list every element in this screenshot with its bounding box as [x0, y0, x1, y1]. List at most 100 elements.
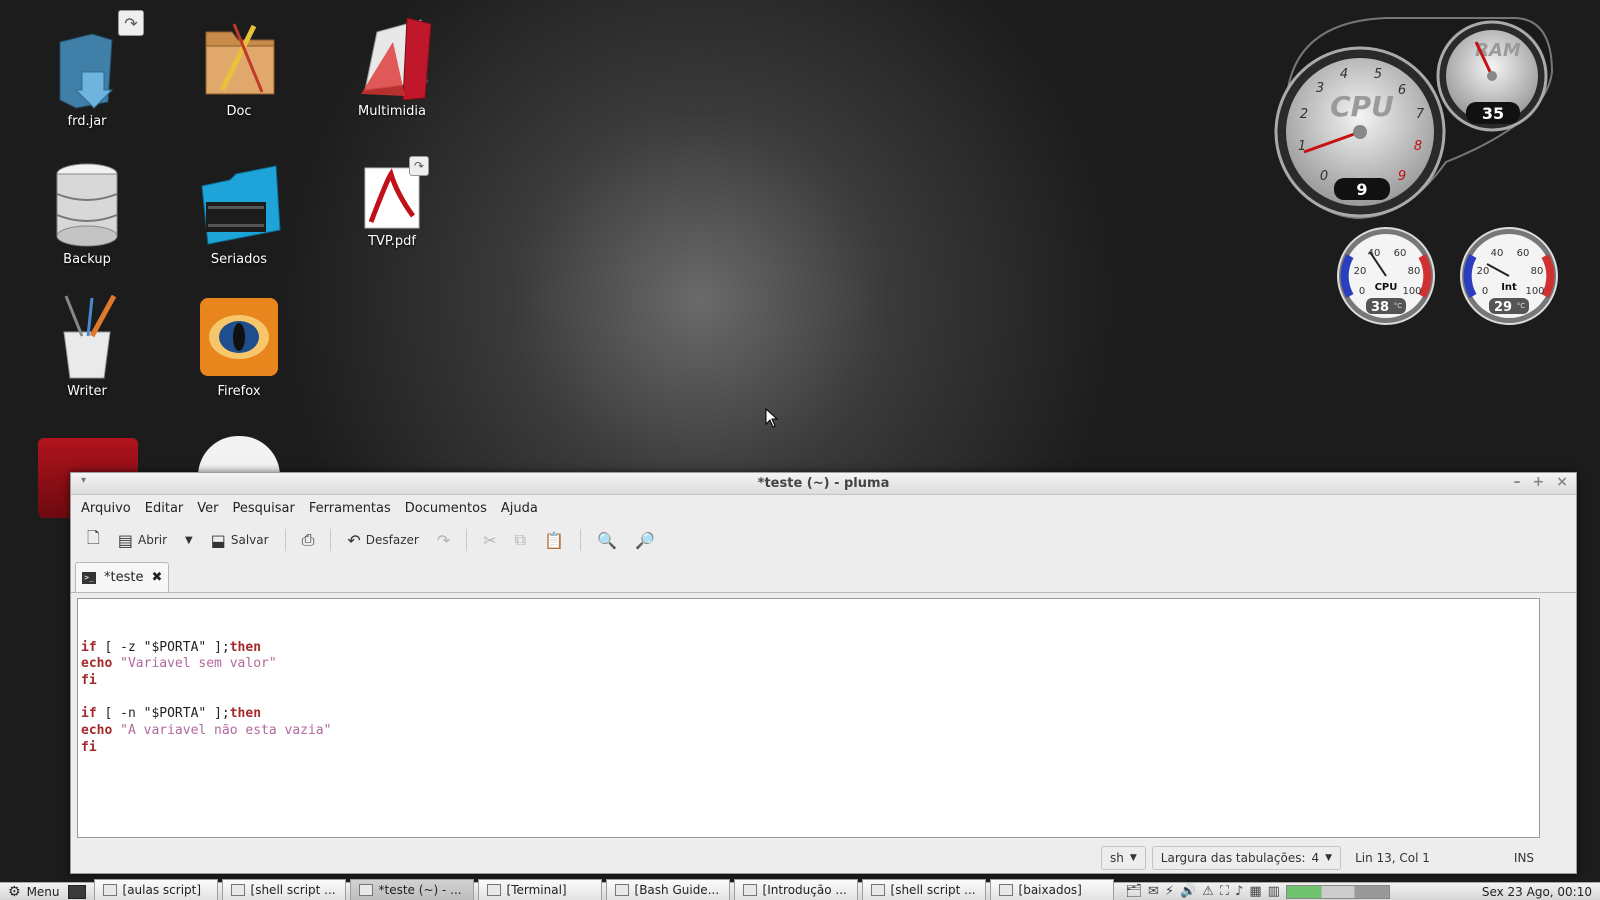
- toolbar-separator: [466, 529, 468, 551]
- taskbar-button[interactable]: [Bash Guide...: [605, 878, 730, 900]
- close-icon[interactable]: ×: [1556, 474, 1568, 490]
- paste-button[interactable]: 📋: [538, 527, 570, 554]
- window-menu-icon[interactable]: ▾: [81, 475, 86, 486]
- gauge-tick: 5: [1374, 67, 1382, 82]
- taskbar-button[interactable]: [shell script ...: [221, 878, 346, 900]
- clock[interactable]: Sex 23 Ago, 00:10: [1482, 885, 1600, 899]
- window-titlebar[interactable]: ▾ *teste (~) - pluma – + ×: [71, 473, 1576, 495]
- menu-arquivo[interactable]: Arquivo: [81, 501, 131, 516]
- system-monitor-icon[interactable]: ▦: [1249, 884, 1261, 899]
- taskbar-button[interactable]: *teste (~) - ...: [349, 878, 474, 900]
- desktop-icon-doc[interactable]: Doc: [179, 12, 299, 119]
- maximize-icon[interactable]: +: [1533, 474, 1545, 490]
- tab-close-icon[interactable]: ✖: [151, 570, 162, 585]
- find-button[interactable]: 🔍: [591, 527, 623, 554]
- taskbar: ⚙ Menu [aulas script] [shell script ... *t…: [0, 878, 1600, 900]
- redo-button[interactable]: ↷: [431, 527, 456, 554]
- menu-documentos[interactable]: Documentos: [405, 501, 487, 516]
- undo-label: Desfazer: [365, 533, 419, 547]
- show-desktop-icon[interactable]: [67, 884, 86, 899]
- toolbar: 🗋 ▤ Abrir ▼ ⬓ Salvar ⎙ ↶ Desfazer ↷ ✂ ⧉ …: [71, 521, 1576, 559]
- print-button[interactable]: ⎙: [296, 526, 321, 554]
- desktop-icon-writer[interactable]: Writer: [27, 292, 147, 399]
- undo-button[interactable]: ↶ Desfazer: [341, 527, 424, 554]
- desktop-icon-label: Multimidia: [358, 104, 426, 119]
- volume-icon[interactable]: 🔊: [1180, 884, 1196, 899]
- new-document-button[interactable]: 🗋: [81, 523, 106, 558]
- menu-ferramentas[interactable]: Ferramentas: [309, 501, 391, 516]
- book-icon[interactable]: [198, 436, 280, 476]
- copy-button[interactable]: ⧉: [509, 526, 532, 554]
- workspace-switcher[interactable]: [1285, 884, 1390, 899]
- desktop-icon-tvp-pdf[interactable]: ↷ TVP.pdf: [332, 156, 452, 249]
- minimize-icon[interactable]: –: [1514, 474, 1521, 490]
- network-status-icon[interactable]: ⚠: [1202, 884, 1214, 899]
- desktop-icon-multimidia[interactable]: Multimidia: [332, 12, 452, 119]
- shortcut-icon: ↷: [409, 156, 429, 176]
- taskbar-button[interactable]: [Terminal]: [477, 878, 602, 900]
- gauge-label: CPU: [1375, 282, 1398, 293]
- code-token: fi: [81, 673, 97, 689]
- desktop-icon-seriados[interactable]: Seriados: [179, 160, 299, 267]
- music-icon[interactable]: ♪: [1235, 884, 1243, 899]
- code-line: echo "Variavel sem valor": [81, 656, 1539, 673]
- network-icon[interactable]: ⚡: [1165, 884, 1174, 899]
- taskbar-button[interactable]: [aulas script]: [93, 878, 218, 900]
- gauge-label: CPU: [1330, 90, 1394, 123]
- cut-button[interactable]: ✂: [477, 527, 502, 554]
- tab-width-selector[interactable]: Largura das tabulações: 4 ▼: [1151, 846, 1342, 870]
- cursor-position: Lin 13, Col 1: [1355, 851, 1430, 865]
- chevron-down-icon: ▼: [185, 534, 193, 546]
- menu-pesquisar[interactable]: Pesquisar: [233, 501, 295, 516]
- start-menu-button[interactable]: ⚙ Menu: [0, 884, 68, 900]
- cpu-temp-gauge: 0 20 40 60 80 100 CPU 38 °C: [1336, 226, 1436, 330]
- text-editor[interactable]: if [ -z "$PORTA" ];then echo "Variavel se…: [77, 598, 1540, 838]
- gear-icon: ⚙: [8, 883, 21, 900]
- toolbar-separator: [284, 529, 286, 551]
- taskbar-button-label: [aulas script]: [122, 882, 202, 897]
- cut-icon: ✂: [483, 530, 497, 550]
- menu-ajuda[interactable]: Ajuda: [501, 501, 538, 516]
- mail-icon[interactable]: ✉: [1148, 884, 1159, 899]
- undo-icon: ↶: [347, 530, 361, 550]
- language-selector[interactable]: sh ▼: [1101, 846, 1146, 870]
- tab-teste[interactable]: >_ *teste ✖: [75, 562, 170, 592]
- open-recent-dropdown[interactable]: ▼: [179, 531, 199, 550]
- code-line: fi: [81, 673, 1539, 690]
- desktop-icon-backup[interactable]: Backup: [27, 160, 147, 267]
- save-icon: ⬓: [210, 530, 226, 550]
- find-replace-button[interactable]: 🔎: [629, 527, 661, 554]
- file-manager-tray-icon[interactable]: 🗂: [1126, 884, 1143, 899]
- code-token: "Variavel sem valor": [120, 656, 277, 672]
- gauge-label: Int: [1501, 282, 1517, 293]
- open-icon: ▤: [117, 530, 133, 550]
- code-token: if: [81, 706, 97, 722]
- code-token: "$PORTA": [143, 639, 207, 655]
- menu-editar[interactable]: Editar: [145, 501, 184, 516]
- taskbar-button[interactable]: [baixados]: [989, 878, 1114, 900]
- desktop-icon-firefox[interactable]: Firefox: [179, 296, 299, 399]
- taskbar-button-label: [baixados]: [1018, 882, 1082, 897]
- screenshot-icon[interactable]: ⛶: [1220, 884, 1229, 899]
- code-token: echo: [81, 723, 113, 739]
- desktop-icon-label: Firefox: [217, 384, 261, 399]
- chevron-down-icon: ▼: [1129, 853, 1137, 863]
- gauge-value: 38: [1371, 300, 1389, 315]
- open-button[interactable]: ▤ Abrir: [112, 527, 173, 554]
- desktop-icon-frd-jar[interactable]: ↷ frd.jar: [27, 10, 147, 129]
- save-button[interactable]: ⬓ Salvar: [205, 527, 275, 554]
- code-line: if [ -z "$PORTA" ];then: [81, 640, 1539, 657]
- taskbar-button[interactable]: [Introdução ...: [733, 878, 858, 900]
- taskbar-button-label: [Bash Guide...: [634, 882, 720, 897]
- search-replace-icon: 🔎: [634, 530, 655, 550]
- menu-ver[interactable]: Ver: [197, 501, 218, 516]
- code-token: [ -n: [96, 706, 144, 722]
- taskbar-button[interactable]: [shell script ...: [861, 878, 986, 900]
- print-icon: ⎙: [301, 530, 315, 549]
- calculator-icon[interactable]: ▥: [1268, 884, 1280, 899]
- gauge-unit: °C: [1517, 302, 1526, 310]
- paste-icon: 📋: [544, 530, 565, 550]
- desktop-icon-label: TVP.pdf: [368, 234, 416, 249]
- database-icon: [42, 160, 132, 250]
